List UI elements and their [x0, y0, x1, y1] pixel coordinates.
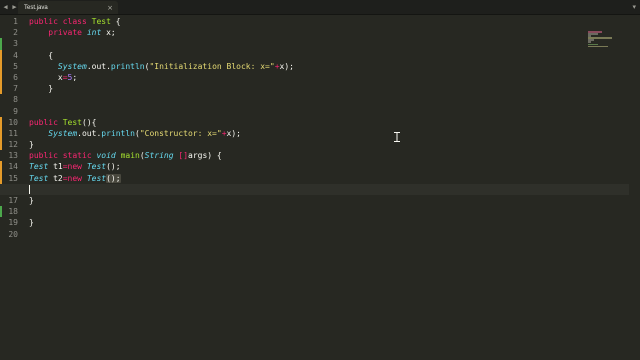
minimap-line: [588, 45, 608, 48]
line-number-text: 7: [13, 84, 18, 94]
line-number: 19: [0, 217, 20, 228]
code-line-8[interactable]: [29, 94, 629, 105]
code-line-5[interactable]: System.out.println("Initialization Block…: [29, 61, 629, 72]
chevron-down-icon[interactable]: ▾: [632, 1, 636, 13]
modified-line-marker: [0, 172, 2, 184]
code-editor[interactable]: 1234567891011121314151617181920 public c…: [0, 15, 640, 360]
line-number: 18: [0, 206, 20, 218]
code-line-3[interactable]: [29, 38, 629, 49]
line-number: 14: [0, 161, 20, 173]
code-line-13[interactable]: public static void main(String []args) {: [29, 150, 629, 161]
line-number-text: 4: [13, 50, 18, 60]
modified-line-marker: [0, 49, 2, 61]
line-number: 17: [0, 195, 20, 206]
code-line-6[interactable]: x=5;: [29, 72, 629, 83]
code-line-18[interactable]: [29, 206, 629, 217]
line-number: 7: [0, 83, 20, 95]
code-line-7[interactable]: }: [29, 83, 629, 94]
code-line-2[interactable]: private int x;: [29, 27, 629, 38]
line-number-text: 8: [13, 95, 18, 105]
line-number: 15: [0, 172, 20, 184]
code-line-12[interactable]: }: [29, 139, 629, 150]
line-number: 4: [0, 49, 20, 61]
code-line-14[interactable]: Test t1=new Test();: [29, 161, 629, 172]
line-number-gutter: 1234567891011121314151617181920: [0, 16, 20, 240]
line-number-text: 15: [8, 173, 18, 183]
code-line-4[interactable]: {: [29, 50, 629, 61]
line-number-text: 18: [8, 207, 18, 217]
line-number-text: 9: [13, 106, 18, 116]
line-number: 10: [0, 116, 20, 128]
modified-line-marker: [0, 83, 2, 95]
line-number: 20: [0, 229, 20, 240]
line-number-text: 12: [8, 140, 18, 150]
line-number-text: 5: [13, 61, 18, 71]
text-caret: [29, 184, 30, 194]
code-line-1[interactable]: public class Test {: [29, 16, 629, 27]
modified-line-marker: [0, 116, 2, 128]
tab-bar: ◀ ▶ Test.java × ▾: [0, 0, 640, 15]
line-number-text: 19: [8, 218, 18, 228]
line-number-text: 17: [8, 196, 18, 205]
modified-line-marker: [0, 139, 2, 151]
code-area[interactable]: public class Test { private int x; { Sys…: [0, 16, 629, 240]
line-number-text: 1: [13, 17, 18, 26]
line-number-text: 11: [8, 128, 18, 138]
modified-line-marker: [0, 127, 2, 140]
tab-navigation: ◀ ▶: [2, 1, 18, 13]
line-number-text: 14: [8, 162, 18, 172]
minimap[interactable]: [588, 31, 614, 51]
line-number: 5: [0, 60, 20, 72]
modified-line-marker: [0, 71, 2, 84]
code-line-17[interactable]: }: [29, 195, 629, 206]
line-number: 12: [0, 139, 20, 151]
line-number-text: 2: [13, 28, 18, 38]
forward-arrow-icon[interactable]: ▶: [11, 1, 18, 13]
added-line-marker: [0, 206, 2, 218]
line-number: 8: [0, 94, 20, 105]
line-number-text: 13: [8, 151, 18, 161]
line-number-text: 10: [8, 117, 18, 127]
code-line-20[interactable]: [29, 229, 629, 240]
tab-label: Test.java: [24, 4, 48, 11]
close-icon[interactable]: ×: [107, 4, 113, 12]
added-line-marker: [0, 38, 2, 50]
tab-test-java[interactable]: Test.java ×: [18, 1, 118, 14]
line-number-text: 20: [8, 229, 18, 239]
code-line-15[interactable]: Test t2=new Test();: [29, 173, 629, 184]
line-number: 1: [0, 16, 20, 27]
line-number: 9: [0, 106, 20, 117]
code-line-16[interactable]: [0, 183, 629, 195]
line-number: 6: [0, 71, 20, 84]
modified-line-marker: [0, 161, 2, 173]
text-cursor-icon: [394, 132, 400, 142]
line-number: 3: [0, 38, 20, 50]
line-number-text: 3: [13, 39, 18, 49]
code-line-11[interactable]: System.out.println("Constructor: x="+x);: [29, 128, 629, 139]
back-arrow-icon[interactable]: ◀: [2, 1, 9, 13]
line-number: 11: [0, 127, 20, 140]
line-number: 13: [0, 150, 20, 161]
modified-line-marker: [0, 60, 2, 72]
code-line-19[interactable]: }: [29, 217, 629, 228]
code-line-10[interactable]: public Test(){: [29, 117, 629, 128]
code-line-9[interactable]: [29, 106, 629, 117]
line-number: 2: [0, 27, 20, 38]
line-number-text: 6: [13, 72, 18, 82]
